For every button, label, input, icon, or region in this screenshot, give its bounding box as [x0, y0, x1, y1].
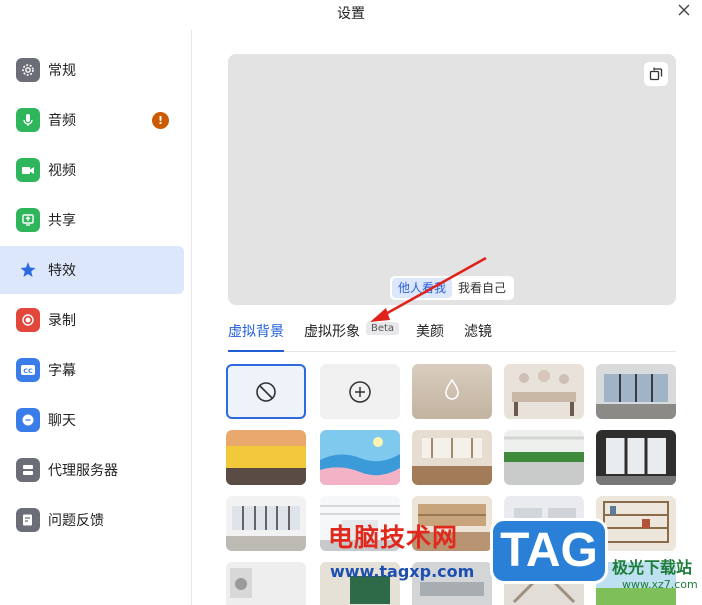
background-thumbnail[interactable]: [596, 364, 676, 419]
wall-art-room-image: [504, 364, 584, 419]
sidebar-item-label: 音频: [48, 113, 76, 129]
background-thumbnail[interactable]: [596, 562, 676, 605]
sidebar-item-0[interactable]: 常规: [0, 46, 184, 94]
effects-star-icon: [16, 258, 40, 282]
sidebar-item-label: 特效: [48, 263, 76, 279]
view-toggle: 他人看我 我看自己: [390, 276, 515, 300]
sidebar-item-label: 代理服务器: [48, 463, 118, 479]
background-thumbnail[interactable]: [226, 430, 306, 485]
sidebar-item-4[interactable]: 特效: [0, 246, 184, 294]
sidebar-item-9[interactable]: 问题反馈: [0, 496, 184, 544]
sidebar-item-6[interactable]: CC 字幕: [0, 346, 184, 394]
library-room-image: [412, 496, 492, 551]
dark-window-room-image: [596, 430, 676, 485]
mirror-flip-button[interactable]: [644, 62, 668, 86]
window-office-image: [596, 364, 676, 419]
server-icon: [16, 458, 40, 482]
green-chalkboard-room-image: [320, 562, 400, 605]
cafe-interior-image: [412, 430, 492, 485]
feedback-icon: [16, 508, 40, 532]
window-title: 设置: [337, 6, 365, 22]
green-field-image: [596, 562, 676, 605]
add-background-button[interactable]: [320, 364, 400, 419]
blur-background-option[interactable]: [412, 364, 492, 419]
beta-badge: Beta: [366, 322, 400, 335]
background-thumbnail[interactable]: [412, 562, 492, 605]
background-thumbnail[interactable]: [412, 430, 492, 485]
sidebar-item-label: 视频: [48, 163, 76, 179]
background-thumbnail[interactable]: [226, 496, 306, 551]
background-thumbnail[interactable]: [504, 562, 584, 605]
svg-text:CC: CC: [23, 367, 33, 375]
tab-virtual-background[interactable]: 虚拟背景: [228, 321, 284, 352]
cc-icon: CC: [16, 358, 40, 382]
toggle-self-view[interactable]: 我看自己: [452, 278, 512, 298]
sidebar-item-3[interactable]: 共享: [0, 196, 184, 244]
yellow-wall-image: [226, 430, 306, 485]
tab-beauty[interactable]: 美颜: [416, 321, 444, 352]
background-thumbnail[interactable]: [320, 562, 400, 605]
warning-badge: !: [152, 112, 169, 129]
background-thumbnail[interactable]: [596, 430, 676, 485]
sidebar-item-label: 字幕: [48, 363, 76, 379]
mirror-flip-icon: [649, 67, 663, 81]
background-thumbnail[interactable]: [504, 496, 584, 551]
blur-icon: [445, 378, 459, 400]
illustrated-seaside-image: [320, 430, 400, 485]
background-thumbnail[interactable]: [320, 430, 400, 485]
sidebar-item-1[interactable]: 音频!: [0, 96, 184, 144]
white-hall-image: [320, 496, 400, 551]
background-thumbnail[interactable]: [412, 496, 492, 551]
settings-sidebar: 常规音频! 视频共享特效录制 CC 字幕聊天代理服务器问题反馈: [0, 30, 192, 605]
sidebar-item-label: 录制: [48, 313, 76, 329]
plant-office-image: [504, 430, 584, 485]
bright-office-image: [226, 496, 306, 551]
record-icon: [16, 308, 40, 332]
sidebar-item-8[interactable]: 代理服务器: [0, 446, 184, 494]
sidebar-item-5[interactable]: 录制: [0, 296, 184, 344]
share-screen-icon: [16, 208, 40, 232]
effects-tabs: 虚拟背景 虚拟形象 美颜 滤镜: [228, 318, 676, 352]
gray-room-image: [412, 562, 492, 605]
toggle-others-view[interactable]: 他人看我: [392, 278, 453, 298]
background-thumbnail[interactable]: [504, 430, 584, 485]
add-icon: [349, 380, 371, 403]
video-preview: 他人看我 我看自己: [228, 54, 676, 305]
sidebar-item-2[interactable]: 视频: [0, 146, 184, 194]
lobby-stairs-image: [504, 562, 584, 605]
background-none-option[interactable]: [226, 364, 306, 419]
tab-filters[interactable]: 滤镜: [464, 321, 492, 352]
microphone-icon: [16, 108, 40, 132]
video-camera-icon: [16, 158, 40, 182]
close-icon[interactable]: [676, 2, 692, 18]
sidebar-item-label: 共享: [48, 213, 76, 229]
gear-icon: [16, 58, 40, 82]
none-icon: [256, 381, 276, 402]
tab-virtual-avatar[interactable]: 虚拟形象: [304, 321, 360, 352]
laundry-room-image: [226, 562, 306, 605]
background-thumbnail[interactable]: [504, 364, 584, 419]
sidebar-item-label: 聊天: [48, 413, 76, 429]
bookshelf-room-image: [596, 496, 676, 551]
background-thumbnail[interactable]: [226, 562, 306, 605]
sidebar-item-label: 常规: [48, 63, 76, 79]
modern-lobby-image: [504, 496, 584, 551]
sidebar-item-7[interactable]: 聊天: [0, 396, 184, 444]
title-bar: 设置: [0, 0, 702, 24]
sidebar-item-label: 问题反馈: [48, 513, 104, 529]
background-grid: [224, 358, 680, 605]
background-thumbnail[interactable]: [596, 496, 676, 551]
background-thumbnail[interactable]: [320, 496, 400, 551]
chat-bubble-icon: [16, 408, 40, 432]
